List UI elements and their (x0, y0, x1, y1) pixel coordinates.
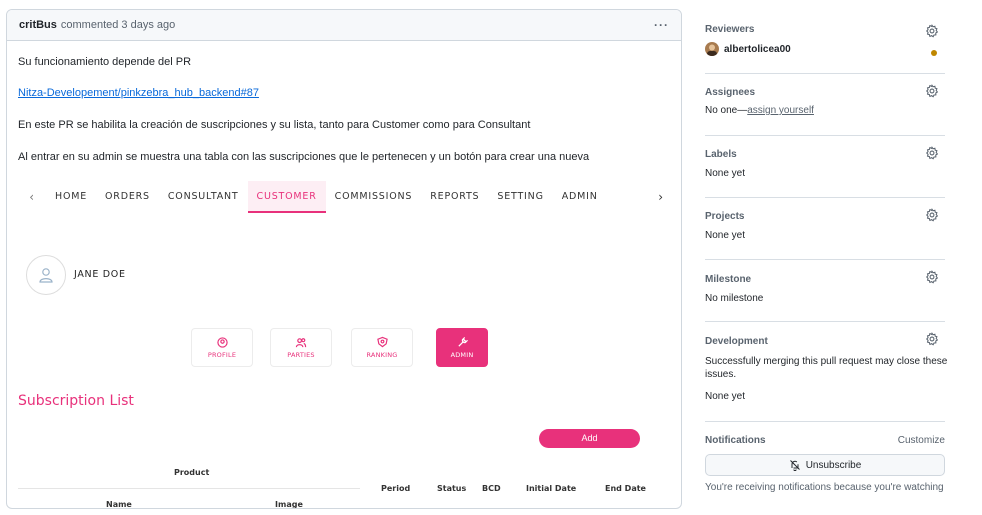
gear-icon[interactable] (925, 270, 939, 284)
nav-item-commissions[interactable]: COMMISSIONS (326, 181, 422, 213)
assign-yourself-link[interactable]: assign yourself (747, 105, 814, 116)
tile-label: ADMIN (450, 350, 474, 359)
review-pending-icon (931, 50, 937, 56)
gear-icon[interactable] (925, 24, 939, 38)
development-text: Successfully merging this pull request m… (705, 356, 948, 367)
labels-section: Labels None yet (705, 136, 945, 198)
comment-card: critBus commented 3 days ago ··· Su func… (6, 9, 682, 509)
comment-paragraph: Su funcionamiento depende del PR (18, 56, 192, 68)
development-value: None yet (705, 391, 746, 402)
pr-sidebar: Reviewers albertolicea00 Assignees No on… (705, 13, 948, 493)
wrench-icon (457, 336, 468, 347)
comment-body: Su funcionamiento depende del PR Nitza-D… (7, 41, 681, 509)
th-period: Period (381, 484, 411, 493)
profile-tile[interactable]: PROFILE (191, 328, 253, 367)
nav-item-consultant[interactable]: CONSULTANT (159, 181, 248, 213)
gear-icon[interactable] (925, 332, 939, 346)
tile-label: PARTIES (287, 350, 315, 359)
nav-item-customer[interactable]: CUSTOMER (247, 181, 326, 213)
reviewers-title[interactable]: Reviewers (705, 24, 945, 35)
development-text-2: issues. (705, 369, 737, 380)
projects-value: None yet (705, 230, 746, 241)
user-avatar (26, 255, 66, 295)
admin-tile[interactable]: ADMIN (436, 328, 488, 367)
reviewers-section: Reviewers albertolicea00 (705, 13, 945, 74)
ranking-icon (376, 336, 388, 348)
assignees-prefix: No one— (705, 105, 748, 116)
th-name: Name (106, 500, 132, 509)
nav-next-icon[interactable]: › (649, 190, 673, 204)
th-product: Product (174, 468, 210, 477)
th-status: Status (437, 484, 467, 493)
ranking-tile[interactable]: RANKING (351, 328, 413, 367)
notifications-section: Notifications Customize Unsubscribe You'… (705, 422, 945, 493)
parties-icon (295, 337, 307, 347)
add-subscription-button[interactable]: Add (539, 429, 640, 448)
milestone-section: Milestone No milestone (705, 260, 945, 322)
nav-item-setting[interactable]: SETTING (488, 181, 552, 213)
gear-icon[interactable] (925, 208, 939, 222)
bell-slash-icon (789, 460, 800, 471)
nav-item-home[interactable]: HOME (46, 181, 96, 213)
user-icon (39, 268, 53, 283)
customize-link[interactable]: Customize (898, 435, 945, 446)
labels-title[interactable]: Labels (705, 149, 945, 160)
avatar[interactable] (705, 42, 719, 56)
tile-label: PROFILE (207, 350, 237, 359)
more-options-button[interactable]: ··· (654, 18, 669, 32)
milestone-value: No milestone (705, 293, 764, 304)
comment-paragraph: En este PR se habilita la creación de su… (18, 119, 531, 131)
nav-item-orders[interactable]: ORDERS (96, 181, 159, 213)
reviewer-name[interactable]: albertolicea00 (724, 44, 791, 55)
comment-paragraph: Al entrar en su admin se muestra una tab… (18, 151, 590, 163)
nav-item-admin[interactable]: ADMIN (553, 181, 607, 213)
labels-value: None yet (705, 168, 746, 179)
nav-prev-icon[interactable]: ‹ (18, 190, 46, 204)
subscription-list-title: Subscription List (18, 393, 134, 409)
th-end-date: End Date (605, 484, 646, 493)
comment-paragraph: Nitza-Developement/pinkzebra_hub_backend… (18, 87, 259, 99)
user-name: JANE DOE (74, 269, 126, 280)
th-initial-date: Initial Date (526, 484, 577, 493)
milestone-title[interactable]: Milestone (705, 274, 945, 285)
th-bcd: BCD (482, 484, 501, 493)
projects-section: Projects None yet (705, 198, 945, 260)
assignees-section: Assignees No one—assign yourself (705, 74, 945, 136)
assignees-title[interactable]: Assignees (705, 87, 945, 98)
comment-timestamp[interactable]: commented 3 days ago (61, 19, 175, 31)
parties-tile[interactable]: PARTIES (270, 328, 332, 367)
tile-label: RANKING (366, 351, 398, 359)
reviewer-entry: albertolicea00 (705, 42, 945, 56)
nav-item-reports[interactable]: REPORTS (421, 181, 488, 213)
profile-icon (216, 336, 228, 348)
unsubscribe-button[interactable]: Unsubscribe (705, 454, 945, 476)
table-divider (18, 488, 360, 489)
development-title[interactable]: Development (705, 336, 945, 347)
assignees-value: No one—assign yourself (705, 105, 945, 116)
pr-link[interactable]: Nitza-Developement/pinkzebra_hub_backend… (18, 87, 259, 99)
avatar-image (707, 44, 717, 56)
comment-author[interactable]: critBus (19, 19, 57, 31)
comment-header: critBus commented 3 days ago ··· (7, 10, 681, 41)
projects-title[interactable]: Projects (705, 211, 945, 222)
development-section: Development Successfully merging this pu… (705, 322, 948, 422)
app-nav-bar: ‹ HOME ORDERS CONSULTANT CUSTOMER COMMIS… (18, 181, 673, 213)
notifications-note: You're receiving notifications because y… (705, 482, 944, 493)
gear-icon[interactable] (925, 84, 939, 98)
gear-icon[interactable] (925, 146, 939, 160)
unsubscribe-label: Unsubscribe (805, 459, 862, 471)
th-image: Image (275, 500, 303, 509)
